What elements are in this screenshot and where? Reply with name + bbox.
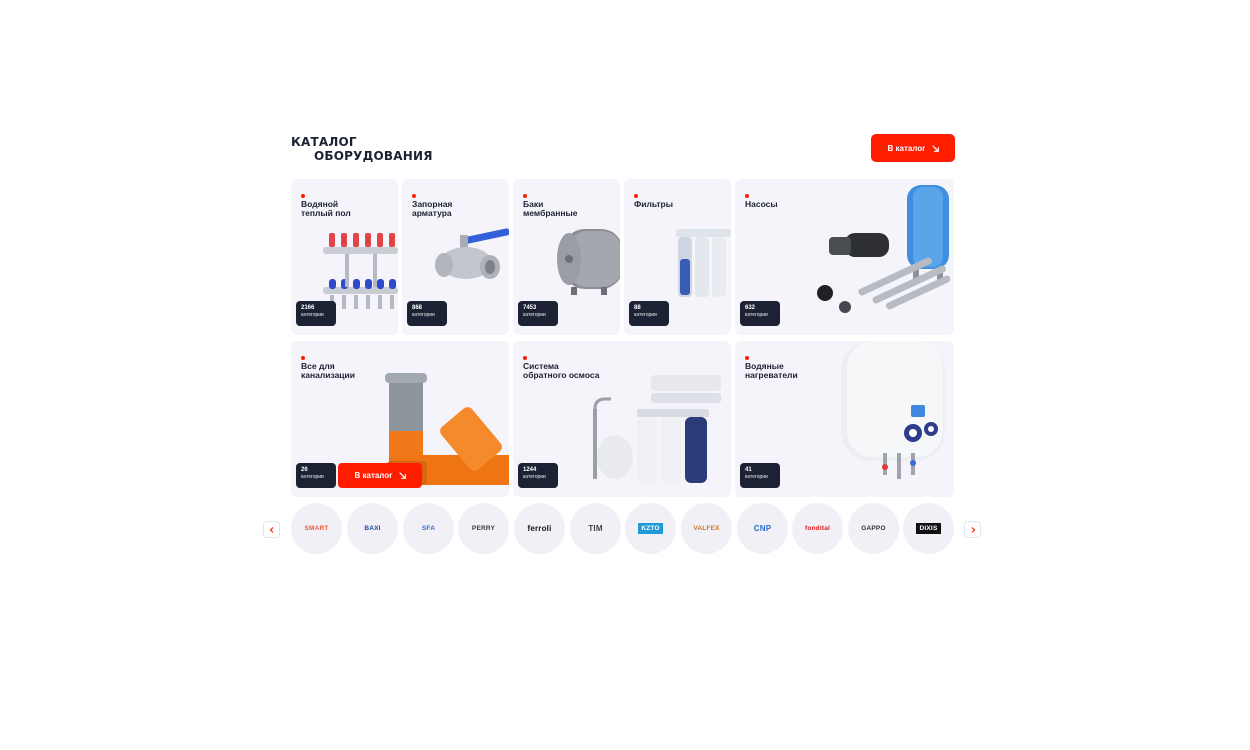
- pumps-image: [817, 185, 951, 313]
- brand-logo-kzto[interactable]: KZTO: [625, 503, 676, 554]
- category-count-unit: категории: [745, 312, 768, 318]
- brand-name: PERRY: [471, 525, 496, 532]
- category-count-badge: 1244 категории: [518, 463, 558, 488]
- water-heater-image: [841, 341, 945, 479]
- brand-logo-cnp[interactable]: CNP: [737, 503, 788, 554]
- category-count: 26: [301, 467, 308, 473]
- catalog-section: КАТАЛОГ ОБОРУДОВАНИЯ В каталог Водяной т…: [0, 0, 1250, 750]
- brands-prev-button[interactable]: [263, 521, 280, 538]
- category-card-water-heaters[interactable]: Водяные нагреватели 41 категории: [735, 341, 954, 497]
- brand-name: SFA: [421, 525, 436, 532]
- category-title: Баки мембранные: [523, 199, 578, 218]
- red-dot-marker: [634, 194, 638, 198]
- category-card-membrane-tanks[interactable]: Баки мембранные 7453 категории: [513, 179, 620, 335]
- brand-name: CNP: [753, 524, 772, 533]
- water-filter-image: [676, 229, 731, 297]
- reverse-osmosis-image: [593, 375, 721, 483]
- catalog-button-label: В каталог: [354, 471, 393, 480]
- brand-logo-baxi[interactable]: BAXI: [347, 503, 398, 554]
- brand-name: DIXIS: [915, 523, 942, 534]
- brand-logo-smart[interactable]: SMART: [291, 503, 342, 554]
- title-line-2: ОБОРУДОВАНИЯ: [314, 149, 433, 163]
- section-title: КАТАЛОГ ОБОРУДОВАНИЯ: [291, 135, 433, 163]
- catalog-button-label: В каталог: [887, 143, 926, 153]
- category-count-badge: 2166 категории: [296, 301, 336, 326]
- category-count-badge: 868 категории: [407, 301, 447, 326]
- title-line-1: КАТАЛОГ: [291, 135, 357, 149]
- category-card-reverse-osmosis[interactable]: Система обратного осмоса 1244 категории: [513, 341, 731, 497]
- category-card-sewerage[interactable]: Все для канализации 26 категории В катал…: [291, 341, 509, 497]
- category-count-unit: категории: [745, 474, 768, 480]
- brand-name: TIM: [588, 524, 603, 533]
- brand-logo-tim[interactable]: TIM: [570, 503, 621, 554]
- category-count-badge: 7453 категории: [518, 301, 558, 326]
- category-count: 2166: [301, 305, 315, 311]
- catalog-button[interactable]: В каталог: [871, 134, 955, 162]
- category-count-badge: 88 категории: [629, 301, 669, 326]
- brand-logo-gappo[interactable]: GAPPO: [848, 503, 899, 554]
- brand-name: BAXI: [364, 525, 381, 532]
- brand-name: SMART: [304, 525, 329, 532]
- category-title: Запорная арматура: [412, 199, 453, 218]
- category-count-badge: 41 категории: [740, 463, 780, 488]
- category-card-pumps[interactable]: Насосы 632 категории: [735, 179, 954, 335]
- red-dot-marker: [523, 356, 527, 360]
- red-dot-marker: [301, 356, 305, 360]
- brand-logo-valfex[interactable]: VALFEX: [681, 503, 732, 554]
- membrane-tank-image: [557, 229, 620, 295]
- red-dot-marker: [412, 194, 416, 198]
- category-count-badge: 26 категории: [296, 463, 336, 488]
- red-dot-marker: [745, 356, 749, 360]
- category-count: 41: [745, 467, 752, 473]
- brand-name: KZTO: [638, 523, 663, 534]
- brand-logo-sfa[interactable]: SFA: [403, 503, 454, 554]
- brand-logo-dixis[interactable]: DIXIS: [903, 503, 954, 554]
- arrow-down-right-icon: [398, 472, 406, 479]
- brand-logo-ferroli[interactable]: ferroli: [514, 503, 565, 554]
- brand-logo-fondital[interactable]: fondital: [792, 503, 843, 554]
- brand-name: VALFEX: [693, 525, 720, 532]
- category-count: 632: [745, 305, 756, 311]
- brand-name: ferroli: [527, 524, 552, 533]
- category-count: 88: [634, 305, 641, 311]
- brands-next-button[interactable]: [964, 521, 981, 538]
- category-count-unit: категории: [301, 312, 324, 318]
- category-count-unit: категории: [634, 312, 657, 318]
- red-dot-marker: [523, 194, 527, 198]
- category-count-unit: категории: [523, 312, 546, 318]
- category-count: 1244: [523, 467, 537, 473]
- brand-name: fondital: [804, 525, 831, 532]
- category-count-unit: категории: [412, 312, 435, 318]
- category-count-unit: категории: [301, 474, 324, 480]
- arrow-down-right-icon: [931, 144, 939, 152]
- category-title: Фильтры: [634, 199, 673, 209]
- category-count-unit: категории: [523, 474, 546, 480]
- category-card-shutoff-valves[interactable]: Запорная арматура 868 категории: [402, 179, 509, 335]
- category-count: 7453: [523, 305, 537, 311]
- sewerage-catalog-button[interactable]: В каталог: [338, 463, 422, 488]
- red-dot-marker: [301, 194, 305, 198]
- category-card-filters[interactable]: Фильтры 88 категории: [624, 179, 731, 335]
- category-card-underfloor-heating[interactable]: Водяной теплый пол 2166 категории: [291, 179, 398, 335]
- brand-name: GAPPO: [861, 525, 886, 532]
- chevron-left-icon: [269, 526, 273, 533]
- red-dot-marker: [745, 194, 749, 198]
- brand-logo-perry[interactable]: PERRY: [458, 503, 509, 554]
- category-title: Водяной теплый пол: [301, 199, 351, 218]
- category-count: 868: [412, 305, 423, 311]
- ball-valve-image: [435, 228, 509, 279]
- chevron-right-icon: [971, 526, 975, 533]
- category-count-badge: 632 категории: [740, 301, 780, 326]
